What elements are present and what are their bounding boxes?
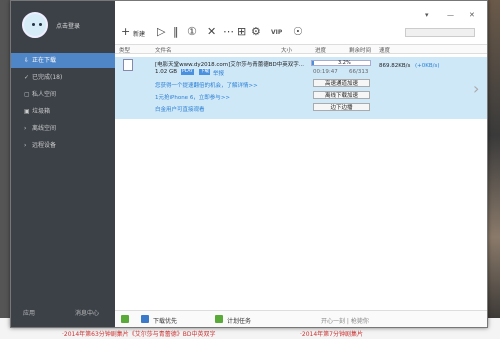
schedule-icon (215, 315, 223, 323)
col-size[interactable]: 大小 (281, 46, 292, 54)
sidebar-item-remote[interactable]: › 远程设备 (11, 138, 115, 153)
collapse-icon[interactable] (121, 315, 129, 323)
check-icon: ✓ (24, 74, 30, 81)
avatar[interactable] (22, 12, 48, 38)
promo-link[interactable]: 白金用户可直接观看 (155, 105, 205, 113)
lock-icon: ▢ (24, 91, 30, 98)
download-badge[interactable]: 下载 (199, 69, 210, 75)
search-input[interactable] (405, 28, 475, 37)
close-icon[interactable]: ✕ (469, 11, 475, 19)
sidebar: 点击登录 ⇩ 正在下载 ✓ 已完成(18) ▢ 私人空间 ▣ 垃圾箱 › 离线空间 › 远程… (11, 1, 115, 327)
status-bar: 下载优先 计划任务 开心一刻 | 枪毙你 (115, 310, 487, 327)
message-center-button[interactable]: 消息中心 (75, 308, 99, 317)
play-while-download-button[interactable]: 边下边播 (313, 103, 370, 111)
scheduled-tasks[interactable]: 计划任务 (227, 316, 251, 325)
vip-accelerate-button[interactable]: 高速通道加速 (313, 79, 370, 87)
grid-icon[interactable]: ⊞ (237, 25, 246, 39)
apps-button[interactable]: 应用 (23, 308, 35, 317)
background-caption: ·2014年第7分钟剧集片 (300, 331, 363, 338)
download-priority[interactable]: 下载优先 (153, 316, 177, 325)
sidebar-item-trash[interactable]: ▣ 垃圾箱 (11, 104, 115, 119)
sidebar-item-completed[interactable]: ✓ 已完成(18) (11, 70, 115, 85)
login-link[interactable]: 点击登录 (56, 21, 80, 30)
play-icon[interactable]: ▷ (157, 25, 165, 39)
col-type[interactable]: 类型 (119, 46, 130, 54)
speed-icon[interactable]: ☉ (293, 25, 303, 39)
offline-accelerate-button[interactable]: 离线下载加速 (313, 91, 370, 99)
pause-icon[interactable]: ‖ (173, 25, 179, 39)
task-row[interactable]: [电影天堂www.dy2018.com]艾尔莎与青蕾德BD中英双字... 1.0… (115, 57, 487, 119)
sidebar-item-offline[interactable]: › 离线空间 (11, 121, 115, 136)
column-header: 类型 文件名 大小 进度 剩余时间 速度 (115, 44, 487, 54)
status-right-links[interactable]: 开心一刻 | 枪毙你 (321, 316, 369, 325)
progress-text: 3.2% (338, 60, 351, 66)
sidebar-item-private[interactable]: ▢ 私人空间 (11, 87, 115, 102)
progress-fill (312, 61, 314, 65)
trash-icon: ▣ (24, 108, 30, 115)
new-task-button[interactable]: 新建 (133, 29, 145, 38)
delete-icon[interactable]: ✕ (207, 25, 216, 39)
new-task-icon[interactable]: + (121, 25, 130, 39)
more-icon[interactable]: ⋯ (223, 25, 234, 39)
menu-icon[interactable]: ▾ (425, 11, 429, 19)
col-progress[interactable]: 进度 (315, 46, 326, 54)
main-panel: ▾ — ✕ + 新建 ▷ ‖ ① ✕ ⋯ ⊞ ⚙ VIP ☉ 类型 文件名 大小… (115, 1, 487, 327)
piece-count: 66/313 (349, 69, 369, 75)
play-badge[interactable]: PLAY (181, 69, 194, 75)
background-caption: ·2014年第63分钟剧集片《艾尔莎与青蕾德》BD中英双字 (62, 331, 216, 338)
speed-value: 869.82KB/s (379, 63, 411, 69)
promo-link[interactable]: 1元抢iPhone 6，立即参与>> (155, 93, 230, 101)
task-size: 1.02 GB (155, 69, 178, 75)
settings-icon[interactable]: ⚙ (251, 25, 261, 39)
progress-bar: 3.2% (311, 60, 371, 66)
speed-extra: (+0KB/s) (415, 63, 440, 69)
sidebar-footer: 应用 消息中心 (11, 306, 115, 320)
background-right (488, 0, 500, 339)
elapsed-time: 00:19:47 (313, 69, 338, 75)
priority-icon[interactable]: ① (187, 25, 197, 39)
thunder-window: 点击登录 ⇩ 正在下载 ✓ 已完成(18) ▢ 私人空间 ▣ 垃圾箱 › 离线空间 › 远程… (10, 0, 488, 328)
chevron-right-icon: › (24, 125, 27, 132)
minimize-icon[interactable]: — (447, 11, 454, 19)
col-name[interactable]: 文件名 (155, 46, 172, 54)
vip-button[interactable]: VIP (271, 29, 282, 36)
chevron-right-icon: › (24, 142, 27, 149)
download-icon: ⇩ (24, 57, 30, 64)
sidebar-item-downloading[interactable]: ⇩ 正在下载 (11, 53, 115, 68)
promo-link[interactable]: 您获得一个提速翻倍的机会，了解详情>> (155, 81, 258, 89)
priority-icon (141, 315, 149, 323)
video-file-icon (123, 59, 133, 71)
report-link[interactable]: 举报 (213, 69, 224, 77)
task-title: [电影天堂www.dy2018.com]艾尔莎与青蕾德BD中英双字... (155, 62, 305, 68)
col-speed[interactable]: 速度 (379, 46, 390, 54)
chevron-right-icon[interactable]: › (473, 79, 479, 98)
col-remaining[interactable]: 剩余时间 (349, 46, 371, 54)
